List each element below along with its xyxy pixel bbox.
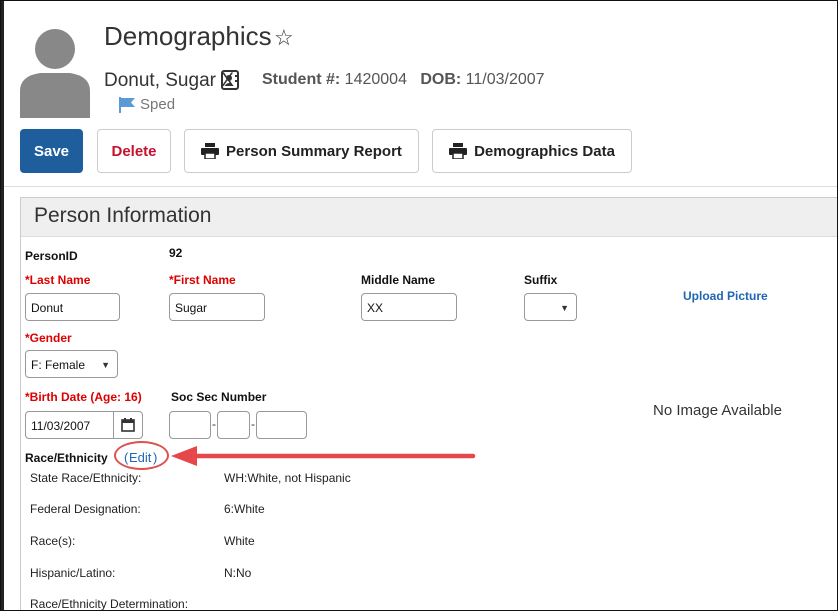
save-button[interactable]: Save	[20, 129, 83, 173]
dropdown-arrow-icon: ▼	[560, 303, 569, 313]
favorite-star-icon[interactable]: ☆	[274, 25, 294, 51]
contact-card-icon[interactable]	[221, 70, 239, 90]
ssn-label: Soc Sec Number	[171, 390, 267, 404]
toolbar-divider	[4, 186, 837, 187]
app-window: Demographics ☆ Donut, Sugar X Student #:…	[0, 0, 838, 611]
demographics-data-button[interactable]: Demographics Data	[432, 129, 632, 173]
hispanic-latino-value: N:No	[224, 566, 252, 580]
student-number-label: Student #:	[262, 71, 341, 88]
student-number: 1420004	[344, 71, 407, 88]
ssn-part2-input[interactable]	[217, 411, 250, 439]
middle-name-input[interactable]: XX	[361, 293, 457, 321]
race-ethnicity-label: Race/Ethnicity	[25, 451, 108, 465]
state-race-label: State Race/Ethnicity:	[30, 471, 142, 485]
delete-button-label: Delete	[111, 142, 157, 160]
person-summary-report-button[interactable]: Person Summary Report	[184, 129, 419, 173]
person-name: Donut, Sugar X	[104, 70, 234, 91]
middle-name-label: Middle Name	[361, 273, 436, 287]
save-button-label: Save	[33, 142, 70, 160]
federal-designation-label: Federal Designation:	[30, 502, 141, 516]
person-id-label: PersonID	[25, 249, 78, 263]
window-edge	[1, 1, 4, 610]
last-name-label: *Last Name	[25, 273, 91, 287]
birth-date-input[interactable]: 11/03/2007	[25, 411, 114, 439]
calendar-icon	[121, 418, 135, 432]
panel-title: Person Information	[34, 204, 212, 227]
page-title: Demographics	[104, 21, 272, 51]
demographics-data-label: Demographics Data	[474, 142, 615, 160]
last-name-input[interactable]: Donut	[25, 293, 120, 321]
dob-label: DOB:	[420, 71, 462, 88]
ssn-part1-input[interactable]	[169, 411, 211, 439]
printer-icon	[449, 143, 468, 159]
suffix-label: Suffix	[524, 273, 558, 287]
printer-icon	[201, 143, 220, 159]
birth-date-label: *Birth Date (Age: 16)	[25, 390, 142, 404]
person-summary-report-label: Person Summary Report	[226, 142, 402, 160]
ssn-part3-input[interactable]	[256, 411, 307, 439]
race-determination-label: Race/Ethnicity Determination:	[30, 597, 189, 611]
ssn-separator: -	[251, 417, 255, 431]
first-name-label: *First Name	[169, 273, 236, 287]
first-name-input[interactable]: Sugar	[169, 293, 265, 321]
gender-select[interactable]: F: Female ▼	[25, 350, 118, 378]
avatar-placeholder-icon	[20, 29, 90, 118]
state-race-value: WH:White, not Hispanic	[224, 471, 351, 485]
calendar-button[interactable]	[113, 411, 143, 439]
races-label: Race(s):	[30, 534, 76, 548]
upload-picture-link[interactable]: Upload Picture	[683, 289, 768, 303]
ssn-separator: -	[212, 417, 216, 431]
races-value: White	[224, 534, 255, 548]
gender-label: *Gender	[25, 331, 72, 345]
flag-icon	[119, 97, 135, 113]
no-image-available-text: No Image Available	[653, 402, 782, 419]
federal-designation-value: 6:White	[224, 502, 265, 516]
panel-header: Person Information	[21, 198, 837, 237]
dob-value: 11/03/2007	[465, 71, 545, 88]
gender-value: F: Female	[31, 358, 86, 372]
person-id-value: 92	[169, 246, 183, 260]
edit-highlight-oval	[114, 441, 169, 470]
student-info: Student #: 1420004 DOB: 11/03/2007	[262, 71, 545, 89]
suffix-select[interactable]: ▼	[524, 293, 577, 321]
annotation-arrow-icon	[171, 446, 476, 466]
dropdown-arrow-icon: ▼	[101, 360, 110, 370]
hispanic-latino-label: Hispanic/Latino:	[30, 566, 116, 580]
delete-button[interactable]: Delete	[97, 129, 171, 173]
sped-flag-label: Sped	[140, 96, 176, 113]
